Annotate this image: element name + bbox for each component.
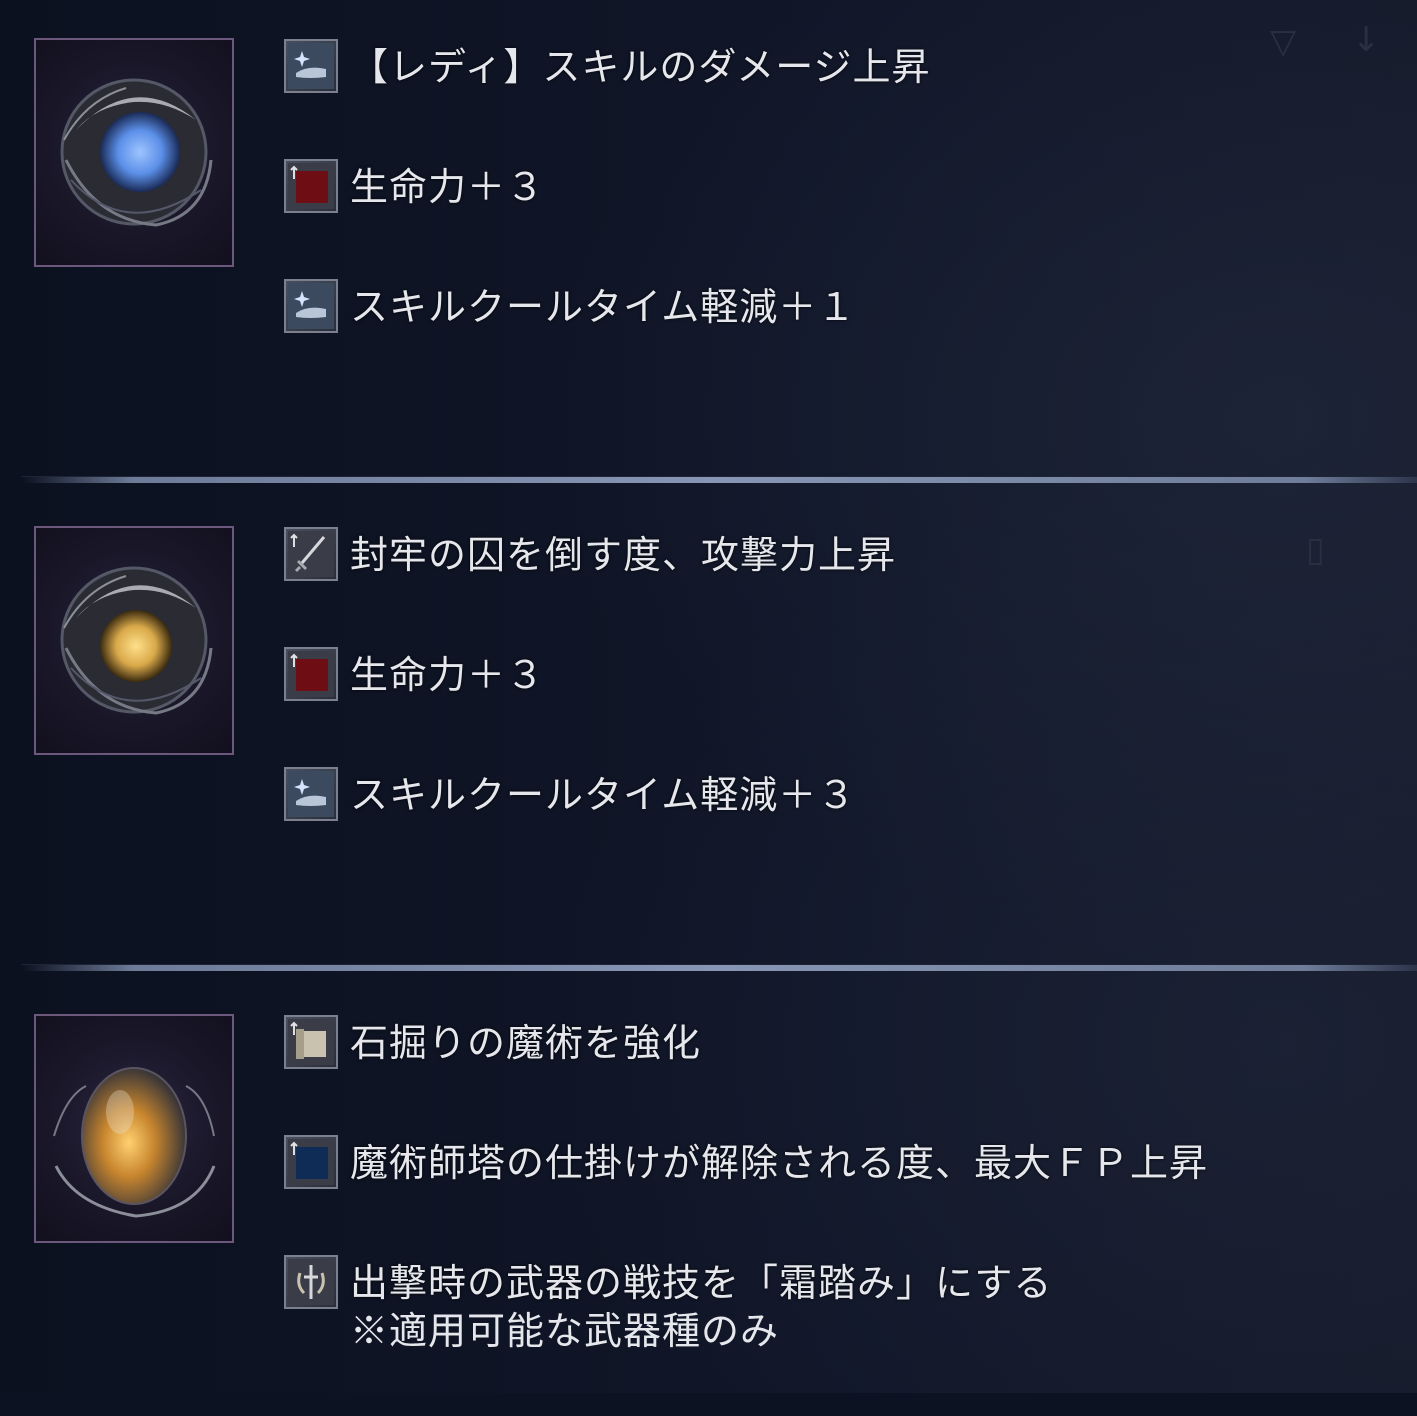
relic-image: [34, 38, 234, 267]
vigor-red-icon: [284, 647, 338, 701]
effect-text: 【レディ】スキルのダメージ上昇: [350, 45, 931, 89]
skill-hand-icon: [284, 767, 338, 821]
effect-text: スキルクールタイム軽減＋１: [350, 285, 857, 329]
effect-text: 生命力＋３: [350, 165, 546, 209]
skill-hand-icon: [284, 279, 338, 333]
divider: [22, 964, 1417, 971]
sword-icon: [284, 527, 338, 581]
mind-blue-icon: [284, 1135, 338, 1189]
vigor-red-icon: [284, 159, 338, 213]
effect-text: 封牢の囚を倒す度、攻撃力上昇: [350, 533, 897, 577]
skill-hand-icon: [284, 39, 338, 93]
effect-text: 石掘りの魔術を強化: [350, 1021, 702, 1065]
weapon-skill-icon: [284, 1255, 338, 1309]
effect-note: ※適用可能な武器種のみ: [350, 1309, 780, 1353]
effect-text: 魔術師塔の仕掛けが解除される度、最大ＦＰ上昇: [350, 1141, 1209, 1185]
relic-entry[interactable]: 石掘りの魔術を強化 魔術師塔の仕掛けが解除される度、最大ＦＰ上昇 出撃時の武器の…: [0, 976, 1417, 1416]
divider: [22, 476, 1417, 483]
effect-text: 出撃時の武器の戦技を「霜踏み」にする: [350, 1261, 1053, 1305]
effect-text: 生命力＋３: [350, 653, 546, 697]
effect-text: スキルクールタイム軽減＋３: [350, 773, 857, 817]
relic-entry[interactable]: 【レディ】スキルのダメージ上昇 生命力＋３ スキルクールタイム軽減＋１: [0, 0, 1417, 440]
relic-image: [34, 526, 234, 755]
scroll-icon: [284, 1015, 338, 1069]
relic-image: [34, 1014, 234, 1243]
relic-entry[interactable]: 封牢の囚を倒す度、攻撃力上昇 生命力＋３ スキルクールタイム軽減＋３: [0, 488, 1417, 928]
